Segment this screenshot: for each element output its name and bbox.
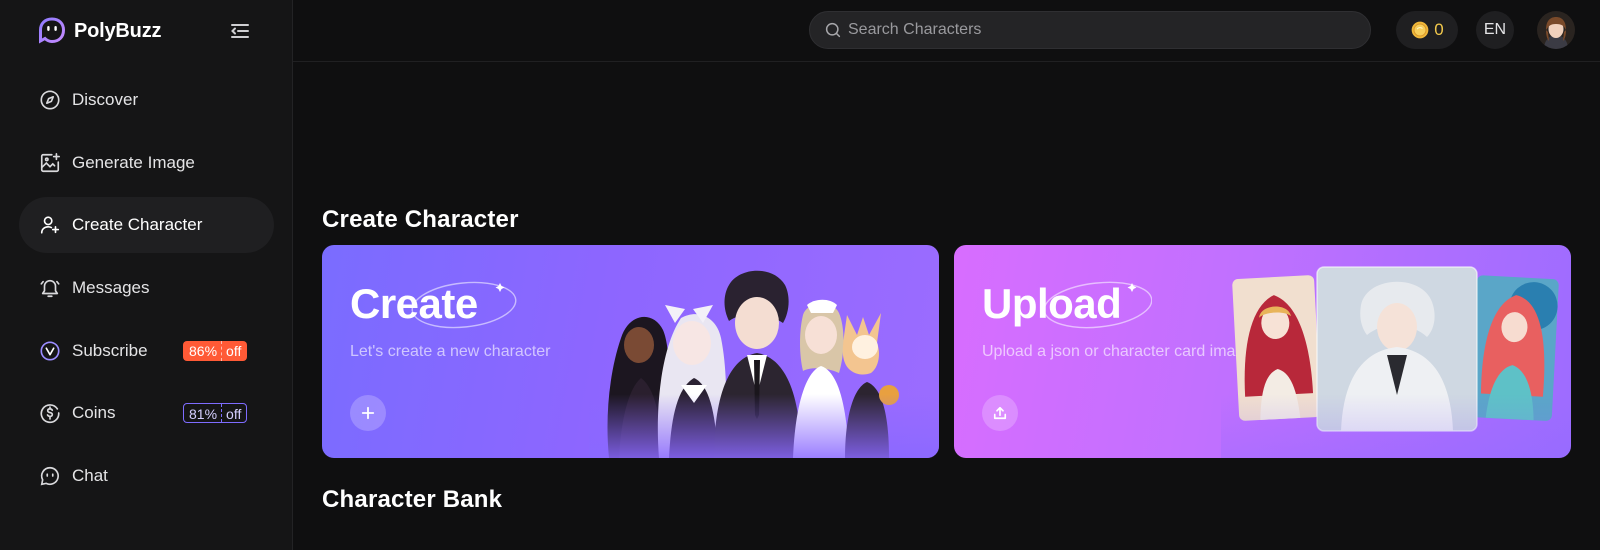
- image-add-icon: [38, 151, 62, 175]
- sidebar-item-label: Create Character: [72, 215, 203, 235]
- brand-name: PolyBuzz: [74, 19, 162, 42]
- coin-count: 0: [1434, 20, 1444, 39]
- user-avatar[interactable]: [1537, 11, 1575, 49]
- upload-character-button[interactable]: [982, 395, 1018, 431]
- discount-suffix: off: [221, 404, 246, 423]
- upload-icon: [993, 406, 1007, 420]
- search-icon: [825, 22, 841, 38]
- polybuzz-logo-icon: [39, 17, 66, 44]
- sidebar-item-label: Coins: [72, 403, 116, 423]
- search-input[interactable]: [848, 21, 1348, 39]
- sidebar: PolyBuzz Discover Generate Image Create …: [0, 0, 293, 550]
- search-bar[interactable]: [809, 11, 1371, 49]
- sidebar-item-messages[interactable]: Messages: [19, 260, 274, 316]
- sidebar-item-label: Discover: [72, 90, 139, 109]
- gold-coin-icon: [1411, 21, 1429, 39]
- discount-badge: 81% off: [183, 403, 248, 424]
- sidebar-item-create-character[interactable]: Create Character: [19, 197, 274, 254]
- coin-balance-button[interactable]: 0: [1396, 11, 1458, 49]
- sidebar-item-label: Generate Image: [72, 152, 195, 172]
- user-add-icon: [38, 213, 62, 237]
- collapse-sidebar-icon[interactable]: [228, 19, 252, 43]
- character-group-illustration: [589, 245, 939, 458]
- sidebar-item-label: Chat: [72, 466, 108, 486]
- topbar: 0 EN: [293, 0, 1600, 62]
- character-cards-illustration: [1221, 245, 1571, 458]
- dollar-coin-icon: [38, 401, 62, 425]
- app-root: PolyBuzz Discover Generate Image Create …: [0, 0, 1600, 550]
- create-character-button[interactable]: [350, 395, 386, 431]
- plus-icon: [361, 406, 375, 420]
- discount-badge: 86% off: [183, 340, 248, 361]
- chat-bubble-icon: [38, 464, 62, 488]
- discount-suffix: off: [221, 340, 247, 361]
- sidebar-nav: Discover Generate Image Create Character…: [19, 72, 274, 511]
- brand[interactable]: PolyBuzz: [37, 14, 161, 48]
- language-switcher[interactable]: EN: [1476, 11, 1514, 49]
- avatar-image: [1537, 11, 1575, 49]
- discount-value: 81%: [189, 406, 218, 423]
- upload-card-title: Upload: [982, 280, 1122, 327]
- sidebar-item-chat[interactable]: Chat: [19, 448, 274, 504]
- sidebar-item-subscribe[interactable]: Subscribe 86% off: [19, 323, 274, 379]
- sidebar-item-label: Messages: [72, 278, 150, 298]
- create-card-title: Create: [350, 280, 478, 327]
- section-title-character-bank: Character Bank: [322, 486, 503, 513]
- sidebar-item-label: Subscribe: [72, 340, 148, 360]
- bell-icon: [38, 276, 62, 300]
- compass-icon: [38, 88, 62, 112]
- sidebar-item-generate-image[interactable]: Generate Image: [19, 135, 274, 191]
- create-character-card[interactable]: Create Let's create a new character: [322, 245, 939, 458]
- sidebar-item-discover[interactable]: Discover: [19, 72, 274, 128]
- section-title-create-character: Create Character: [322, 206, 519, 233]
- upload-character-card[interactable]: Upload Upload a json or character card i…: [954, 245, 1571, 458]
- crown-icon: [38, 339, 62, 363]
- sidebar-item-coins[interactable]: Coins 81% off: [19, 385, 274, 441]
- discount-value: 86%: [189, 342, 218, 359]
